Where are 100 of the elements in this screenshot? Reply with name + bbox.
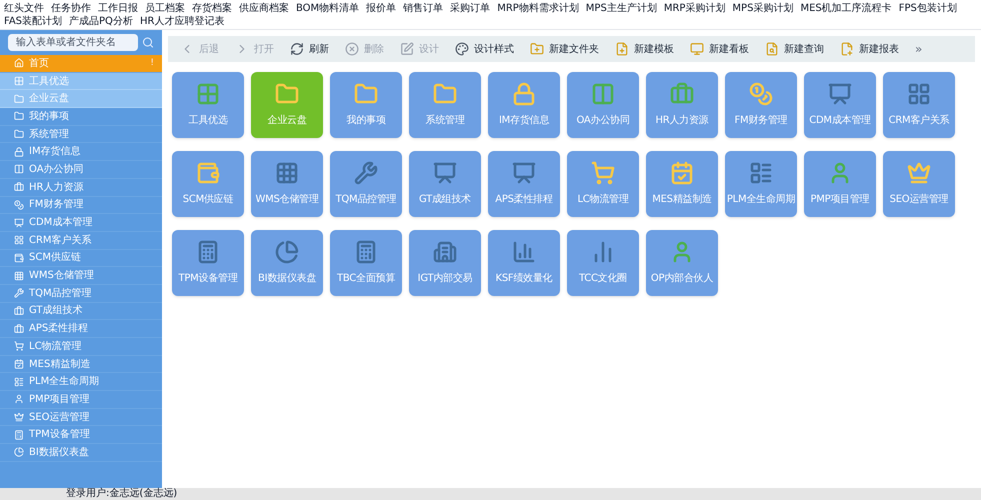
app-tile[interactable]: WMS仓储管理 bbox=[251, 151, 323, 217]
app-tile[interactable]: 企业云盘 bbox=[251, 72, 323, 138]
search-field[interactable]: 输入表单或者文件夹名 bbox=[8, 34, 138, 51]
app-tile[interactable]: APS柔性排程 bbox=[488, 151, 560, 217]
toolbar-button[interactable]: 新建文件夹 bbox=[530, 42, 599, 56]
pie-chart-icon bbox=[275, 240, 299, 264]
sidebar-item[interactable]: 系统管理 bbox=[0, 126, 162, 144]
bar-chart-icon bbox=[512, 240, 536, 264]
sidebar-item[interactable]: IM存货信息 bbox=[0, 143, 162, 162]
sidebar-item[interactable]: SCM供应链 bbox=[0, 250, 162, 268]
menu-item[interactable]: 红头文件 bbox=[4, 2, 44, 15]
menu-item[interactable]: FPS包装计划 bbox=[898, 2, 957, 15]
app-tile[interactable]: SEO运营管理 bbox=[883, 151, 955, 217]
app-tile[interactable]: MES精益制造 bbox=[646, 151, 718, 217]
folder-icon bbox=[433, 82, 457, 106]
file-plus-icon bbox=[615, 42, 629, 56]
folder-icon bbox=[354, 82, 378, 106]
app-tile[interactable]: IM存货信息 bbox=[488, 72, 560, 138]
cart-icon bbox=[591, 161, 615, 185]
crown-icon bbox=[14, 412, 24, 422]
sidebar-item[interactable]: 首页 ! bbox=[0, 55, 162, 73]
menu-item[interactable]: 报价单 bbox=[366, 2, 396, 15]
toolbar-button[interactable]: 新建查询 bbox=[765, 42, 824, 56]
menu-item[interactable]: 工作日报 bbox=[98, 2, 138, 15]
menu-item[interactable]: 供应商档案 bbox=[239, 2, 289, 15]
close-circle-icon bbox=[345, 42, 359, 56]
app-tile[interactable]: IGT内部交易 bbox=[409, 230, 481, 296]
toolbar-button[interactable]: 刷新 bbox=[290, 42, 329, 56]
search-icon[interactable] bbox=[142, 36, 154, 49]
tools-icon bbox=[14, 288, 24, 298]
app-tile[interactable]: TQM品控管理 bbox=[330, 151, 402, 217]
app-tile[interactable]: OP内部合伙人 bbox=[646, 230, 718, 296]
sidebar-item[interactable]: LC物流管理 bbox=[0, 338, 162, 356]
sidebar-item[interactable]: HR人力资源 bbox=[0, 178, 162, 196]
toolbar-button[interactable]: 设计样式 bbox=[455, 42, 514, 56]
sidebar-item[interactable]: CRM客户关系 bbox=[0, 232, 162, 250]
app-tile[interactable]: FM财务管理 bbox=[725, 72, 797, 138]
app-tile[interactable]: 系统管理 bbox=[409, 72, 481, 138]
sidebar-item[interactable]: TQM品控管理 bbox=[0, 284, 162, 303]
menu-item[interactable]: 员工档案 bbox=[145, 2, 185, 15]
sidebar-item[interactable]: 我的事项 bbox=[0, 108, 162, 126]
menu-item[interactable]: MPS采购计划 bbox=[732, 2, 794, 15]
app-tile[interactable]: 工具优选 bbox=[172, 72, 244, 138]
menu-item[interactable]: MRP物料需求计划 bbox=[497, 2, 579, 15]
columns-icon bbox=[591, 82, 615, 106]
app-tile[interactable]: TBC全面预算 bbox=[330, 230, 402, 296]
app-tile[interactable]: KSF绩效量化 bbox=[488, 230, 560, 296]
menu-item[interactable]: 采购订单 bbox=[450, 2, 490, 15]
sidebar-item[interactable]: CDM成本管理 bbox=[0, 214, 162, 232]
cart-icon bbox=[14, 341, 24, 352]
app-tile[interactable]: GT成组技术 bbox=[409, 151, 481, 217]
briefcase-icon bbox=[14, 324, 24, 334]
menu-item[interactable]: HR人才应聘登记表 bbox=[140, 15, 224, 28]
monitor-icon bbox=[690, 42, 704, 56]
menu-item[interactable]: MRP采购计划 bbox=[664, 2, 726, 15]
app-tile[interactable]: CDM成本管理 bbox=[804, 72, 876, 138]
refresh-icon bbox=[290, 42, 304, 56]
app-tile[interactable]: LC物流管理 bbox=[567, 151, 639, 217]
toolbar-button[interactable]: 新建模板 bbox=[615, 42, 674, 56]
toolbar-button[interactable]: 新建看板 bbox=[690, 42, 749, 56]
menu-item[interactable]: FAS装配计划 bbox=[4, 15, 62, 28]
toolbar-button[interactable]: 新建报表 bbox=[840, 42, 899, 56]
chart-board-icon bbox=[828, 82, 852, 106]
more-button[interactable]: » bbox=[915, 40, 922, 58]
sidebar-item[interactable]: PLM全生命周期 bbox=[0, 373, 162, 392]
menu-item[interactable]: MES机加工序流程卡 bbox=[800, 2, 892, 15]
menu-item[interactable]: BOM物料清单 bbox=[296, 2, 360, 15]
sidebar-item[interactable]: APS柔性排程 bbox=[0, 320, 162, 338]
sidebar-item[interactable]: OA办公协同 bbox=[0, 161, 162, 179]
app-tile[interactable]: TPM设备管理 bbox=[172, 230, 244, 296]
sidebar-item[interactable]: BI数据仪表盘 bbox=[0, 444, 162, 462]
menu-item[interactable]: MPS主生产计划 bbox=[586, 2, 657, 15]
chart-board-icon bbox=[433, 161, 457, 185]
menu-item[interactable]: 存货档案 bbox=[192, 2, 232, 15]
app-tile[interactable]: HR人力资源 bbox=[646, 72, 718, 138]
sidebar-item[interactable]: PMP项目管理 bbox=[0, 391, 162, 409]
sidebar-item[interactable]: FM财务管理 bbox=[0, 196, 162, 214]
list-icon bbox=[14, 376, 24, 387]
app-tile[interactable]: OA办公协同 bbox=[567, 72, 639, 138]
app-tile[interactable]: PMP项目管理 bbox=[804, 151, 876, 217]
list-icon bbox=[749, 161, 773, 185]
sidebar-item[interactable]: MES精益制造 bbox=[0, 356, 162, 374]
app-tile[interactable]: SCM供应链 bbox=[172, 151, 244, 217]
status-text: 登录用户:金志远(金志远) bbox=[66, 488, 178, 500]
sidebar-item[interactable]: SEO运营管理 bbox=[0, 408, 162, 426]
grid-icon bbox=[907, 82, 931, 106]
sidebar-item[interactable]: WMS仓储管理 bbox=[0, 267, 162, 285]
folder-icon bbox=[14, 129, 24, 140]
app-tile[interactable]: TCC文化圈 bbox=[567, 230, 639, 296]
menu-item[interactable]: 销售订单 bbox=[403, 2, 444, 15]
sidebar-item[interactable]: GT成组技术 bbox=[0, 302, 162, 320]
menu-item[interactable]: 任务协作 bbox=[51, 2, 91, 15]
sidebar-item[interactable]: 企业云盘 bbox=[0, 90, 162, 108]
app-tile[interactable]: 我的事项 bbox=[330, 72, 402, 138]
app-tile[interactable]: BI数据仪表盘 bbox=[251, 230, 323, 296]
sidebar-item[interactable]: TPM设备管理 bbox=[0, 426, 162, 444]
app-tile[interactable]: CRM客户关系 bbox=[883, 72, 955, 138]
app-tile[interactable]: PLM全生命周期 bbox=[725, 151, 797, 217]
menu-item[interactable]: 产成品PQ分析 bbox=[69, 15, 133, 28]
sidebar-item[interactable]: 工具优选 bbox=[0, 72, 162, 90]
